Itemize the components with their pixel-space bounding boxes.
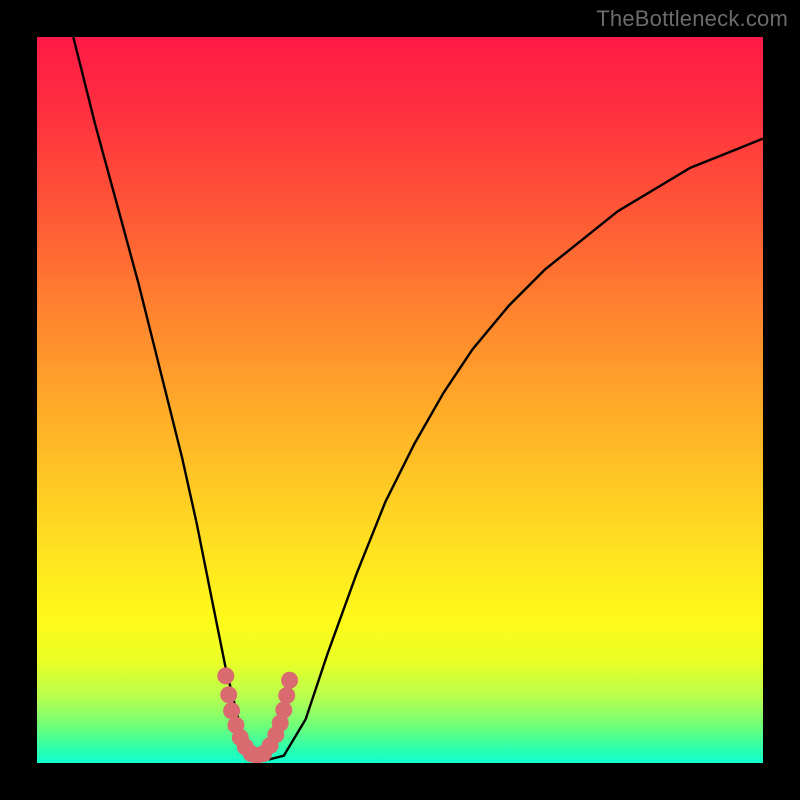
highlight-dot	[275, 702, 292, 719]
highlight-dot	[278, 687, 295, 704]
watermark-text: TheBottleneck.com	[596, 6, 788, 32]
bottleneck-curve	[73, 37, 763, 759]
highlight-dot	[223, 702, 240, 719]
highlight-dot	[220, 686, 237, 703]
highlight-dot	[217, 667, 234, 684]
chart-svg	[37, 37, 763, 763]
highlight-dots	[217, 667, 298, 763]
chart-frame: TheBottleneck.com	[0, 0, 800, 800]
highlight-dot	[281, 672, 298, 689]
plot-area	[37, 37, 763, 763]
